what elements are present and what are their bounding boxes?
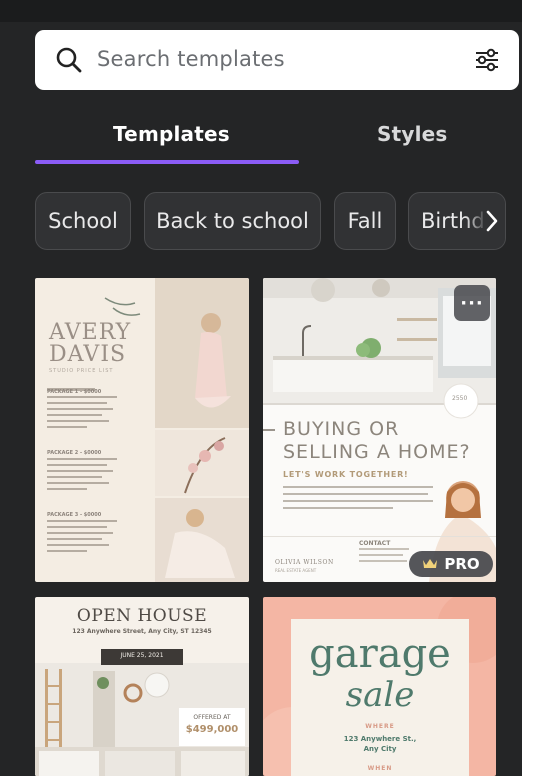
sliders-icon[interactable] — [473, 46, 501, 78]
chip-birthday[interactable]: Birthd — [408, 192, 506, 250]
search-icon — [55, 46, 83, 78]
when-label: WHEN — [367, 765, 393, 772]
where-label: WHERE — [365, 723, 395, 730]
card-date: JUNE 25, 2021 — [120, 652, 164, 659]
price: $499,000 — [185, 724, 239, 735]
chip-label: Back to school — [156, 209, 309, 233]
template-card-open-house[interactable]: OPEN HOUSE 123 Anywhere Street, Any City… — [35, 597, 249, 776]
headline-line1: BUYING OR — [283, 418, 400, 440]
panel-top-strip — [0, 0, 522, 22]
offered-label: OFFERED AT — [193, 714, 231, 721]
garage-title-line1: garage — [309, 631, 451, 677]
tab-styles[interactable]: Styles — [377, 122, 448, 146]
search-bar[interactable]: Search templates — [35, 30, 519, 90]
badge-number: 2550 — [452, 395, 468, 402]
template-card-real-estate[interactable]: ··· 2550 BUYING OR SELLING A HOME? LET'S… — [263, 278, 496, 582]
template-card-avery-davis[interactable]: AVERY DAVIS STUDIO PRICE LIST PACKAGE 1 … — [35, 278, 249, 582]
card-title-line2: DAVIS — [49, 342, 127, 367]
crown-icon — [422, 555, 438, 573]
more-icon: ··· — [460, 292, 484, 314]
agent-role: REAL ESTATE AGENT — [275, 568, 317, 573]
chip-fall[interactable]: Fall — [334, 192, 396, 250]
search-input[interactable]: Search templates — [97, 47, 285, 71]
card-title: OPEN HOUSE — [76, 606, 208, 626]
templates-panel: Search templates Templates Styles School… — [0, 0, 522, 776]
chip-school[interactable]: School — [35, 192, 131, 250]
more-options-button[interactable]: ··· — [454, 285, 490, 321]
address-line2: Any City — [363, 745, 397, 753]
package-3-label: PACKAGE 3 - $0000 — [47, 512, 102, 518]
card-subtitle: STUDIO PRICE LIST — [49, 368, 114, 374]
headline-line2: SELLING A HOME? — [283, 441, 471, 463]
tab-templates[interactable]: Templates — [113, 122, 230, 146]
package-2-label: PACKAGE 2 - $0000 — [47, 450, 102, 456]
chip-label: School — [48, 209, 118, 233]
headline-sub: LET'S WORK TOGETHER! — [283, 470, 409, 479]
card-address: 123 Anywhere Street, Any City, ST 12345 — [72, 628, 212, 635]
chevron-right-icon[interactable] — [485, 209, 499, 238]
pro-badge: PRO — [409, 551, 493, 577]
template-card-garage-sale[interactable]: garage sale WHERE 123 Anywhere St., Any … — [263, 597, 496, 776]
agent-name: OLIVIA WILSON — [275, 559, 334, 566]
active-tab-indicator — [35, 160, 299, 164]
address-line1: 123 Anywhere St., — [343, 735, 417, 743]
chip-label: Fall — [347, 209, 383, 233]
package-1-label: PACKAGE 1 - $0000 — [47, 389, 102, 395]
contact-label: CONTACT — [359, 540, 391, 547]
garage-title-line2: sale — [345, 675, 415, 715]
chip-back-to-school[interactable]: Back to school — [144, 192, 321, 250]
